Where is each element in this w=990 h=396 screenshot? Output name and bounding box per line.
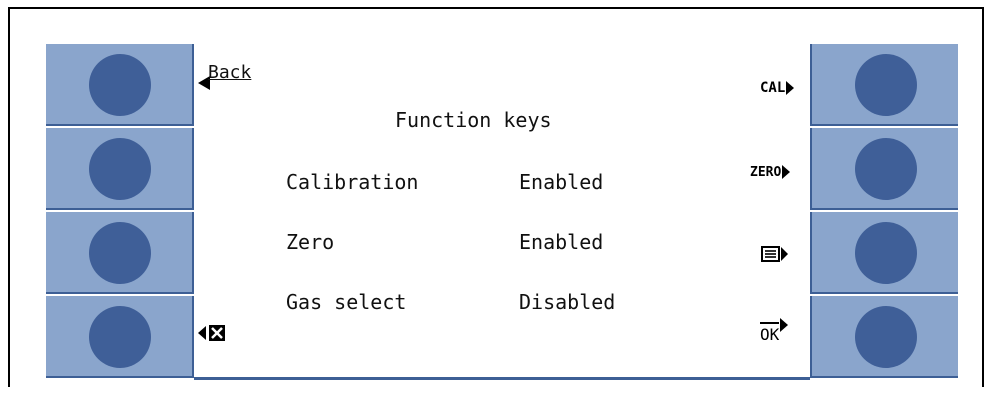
back-label: Back bbox=[208, 62, 252, 83]
left-softkey-4[interactable] bbox=[46, 296, 194, 378]
right-softkey-column bbox=[810, 44, 958, 380]
right-softkey-1[interactable] bbox=[810, 44, 958, 126]
zero-arrow-icon bbox=[782, 164, 791, 179]
menu-list-icon bbox=[761, 246, 788, 262]
left-softkey-column bbox=[46, 44, 194, 380]
cancel-softkey[interactable] bbox=[198, 324, 234, 346]
ok-softkey[interactable]: OK bbox=[760, 318, 789, 344]
left-softkey-2[interactable] bbox=[46, 128, 194, 210]
row-state-gas-select: Disabled bbox=[519, 290, 616, 314]
right-softkey-4-knob bbox=[855, 306, 917, 368]
cancel-x-icon bbox=[198, 325, 225, 341]
left-softkey-2-knob bbox=[89, 138, 151, 200]
row-name-zero: Zero bbox=[286, 230, 335, 254]
right-softkey-2[interactable] bbox=[810, 128, 958, 210]
row-state-calibration: Enabled bbox=[519, 170, 604, 194]
left-softkey-4-knob bbox=[89, 306, 151, 368]
left-softkey-1-knob bbox=[89, 54, 151, 116]
ok-arrow-icon bbox=[780, 318, 789, 332]
row-name-gas-select: Gas select bbox=[286, 290, 407, 314]
cal-label: CAL bbox=[760, 80, 786, 96]
left-softkey-3[interactable] bbox=[46, 212, 194, 294]
left-softkey-3-knob bbox=[89, 222, 151, 284]
menu-softkey[interactable] bbox=[761, 245, 789, 267]
device-panel: Back Function keys Calibration Enabled Z… bbox=[46, 44, 958, 380]
zero-softkey[interactable]: ZERO bbox=[750, 161, 791, 180]
lcd-screen: Back Function keys Calibration Enabled Z… bbox=[194, 44, 810, 380]
row-state-zero: Enabled bbox=[519, 230, 604, 254]
right-softkey-3-knob bbox=[855, 222, 917, 284]
right-softkey-3[interactable] bbox=[810, 212, 958, 294]
right-softkey-2-knob bbox=[855, 138, 917, 200]
right-softkey-1-knob bbox=[855, 54, 917, 116]
cal-softkey[interactable]: CAL bbox=[760, 77, 795, 96]
ok-label: OK bbox=[760, 322, 780, 344]
cal-arrow-icon bbox=[786, 80, 795, 95]
row-name-calibration: Calibration bbox=[286, 170, 419, 194]
left-softkey-1[interactable] bbox=[46, 44, 194, 126]
right-softkey-4[interactable] bbox=[810, 296, 958, 378]
page-title: Function keys bbox=[395, 108, 552, 132]
zero-label: ZERO bbox=[750, 165, 782, 180]
